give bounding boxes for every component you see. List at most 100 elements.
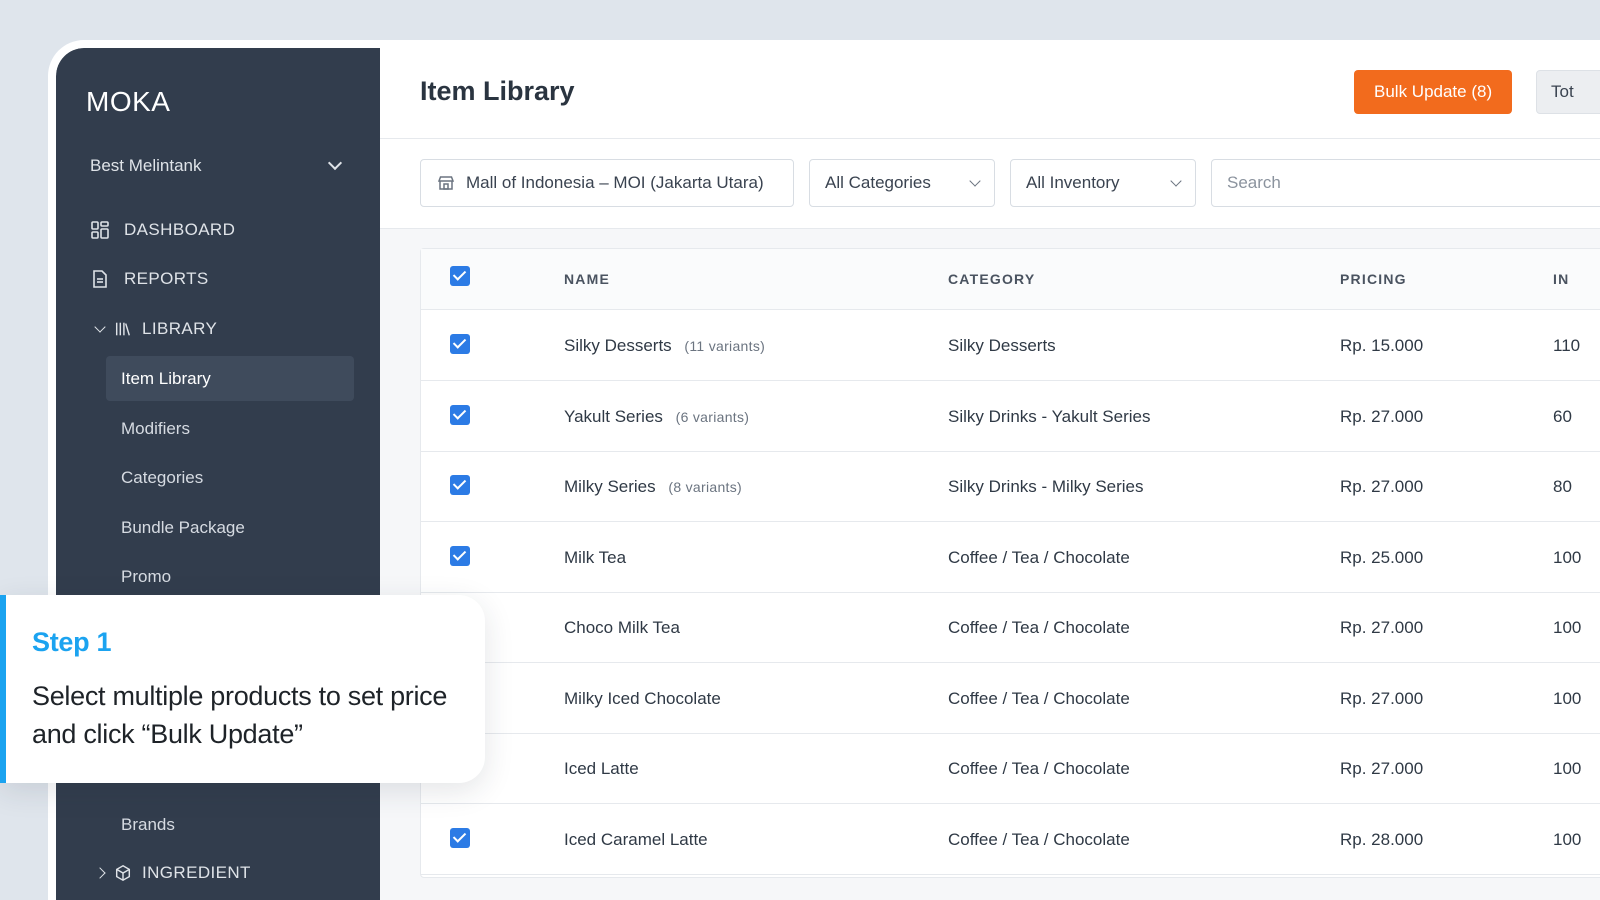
chevron-down-icon [327, 155, 343, 171]
item-category: Coffee / Tea / Chocolate [948, 829, 1130, 849]
item-name-cell[interactable]: Milky Iced Chocolate [564, 689, 721, 709]
outlet-filter[interactable]: Mall of Indonesia – MOI (Jakarta Utara) [420, 159, 794, 207]
item-name: Milky Iced Chocolate [564, 688, 721, 708]
row-checkbox[interactable] [450, 475, 470, 495]
nav-ingredient-label: INGREDIENT [142, 863, 251, 882]
item-name-cell[interactable]: Yakult Series (6 variants) [564, 407, 749, 427]
bulk-update-button[interactable]: Bulk Update (8) [1354, 70, 1513, 114]
store-icon [437, 176, 455, 190]
item-inventory: 100 [1553, 688, 1582, 708]
row-checkbox[interactable] [450, 827, 470, 848]
table-row[interactable]: Silky Desserts (11 variants) Silky Desse… [421, 310, 1600, 381]
item-name: Yakult Series [564, 406, 663, 426]
item-name: Milky Series [564, 477, 656, 496]
nav-dashboard[interactable]: DASHBOARD [90, 220, 235, 240]
item-variants: (8 variants) [668, 479, 742, 495]
table-row[interactable]: Yakult Series (6 variants) Silky Drinks … [421, 381, 1600, 452]
item-category: Coffee / Tea / Chocolate [948, 688, 1130, 708]
item-variants: (6 variants) [675, 408, 750, 425]
item-pricing: Rp. 27.000 [1340, 477, 1424, 496]
sidebar-item-categories[interactable]: Categories [106, 455, 354, 500]
table-row[interactable]: Milky Iced Chocolate Coffee / Tea / Choc… [421, 663, 1600, 734]
item-name: Choco Milk Tea [564, 618, 680, 637]
item-pricing: Rp. 27.000 [1340, 618, 1424, 637]
callout-text: Select multiple products to set price an… [32, 681, 448, 749]
item-inventory: 110 [1553, 336, 1581, 355]
item-pricing: Rp. 27.000 [1340, 406, 1424, 426]
item-pricing: Rp. 27.000 [1340, 759, 1424, 778]
item-name-cell[interactable]: Silky Desserts (11 variants) [564, 336, 765, 356]
column-header-pricing: PRICING [1340, 271, 1407, 287]
item-name: Iced Latte [564, 759, 639, 778]
callout-step-title: Step 1 [32, 627, 112, 657]
sidebar-item-label: Promo [121, 566, 172, 586]
item-name-cell[interactable]: Iced Caramel Latte [564, 830, 708, 850]
item-name: Silky Desserts [564, 336, 672, 355]
item-inventory: 80 [1553, 477, 1572, 496]
sidebar-item-item-library[interactable]: Item Library [106, 356, 354, 401]
item-inventory: 100 [1553, 829, 1582, 849]
table-row[interactable]: Choco Milk Tea Coffee / Tea / Chocolate … [421, 592, 1600, 663]
table-row[interactable]: Milky Series (8 variants) Silky Drinks -… [421, 451, 1600, 522]
sidebar-item-bundle-package[interactable]: Bundle Package [106, 505, 354, 550]
sidebar-item-label: Categories [121, 467, 204, 487]
table-row[interactable]: Iced Latte Coffee / Tea / Chocolate Rp. … [421, 733, 1600, 804]
item-inventory: 100 [1553, 547, 1582, 567]
chevron-down-icon [94, 321, 106, 333]
item-variants: (11 variants) [684, 338, 766, 354]
item-inventory: 100 [1553, 618, 1582, 637]
column-header-inventory: IN [1553, 271, 1570, 287]
row-checkbox[interactable] [450, 404, 470, 425]
outlet-switcher[interactable]: Best Melintank [90, 155, 343, 176]
item-category: Silky Drinks - Milky Series [948, 477, 1144, 496]
table-row[interactable]: Iced Caramel Latte Coffee / Tea / Chocol… [421, 804, 1600, 875]
row-checkbox[interactable] [450, 545, 470, 566]
dashboard-icon [91, 221, 109, 239]
inventory-filter[interactable]: All Inventory [1010, 159, 1196, 207]
nav-dashboard-label: DASHBOARD [124, 220, 236, 239]
item-pricing: Rp. 25.000 [1340, 547, 1424, 567]
nav-library[interactable]: LIBRARY [94, 319, 218, 339]
outlet-filter-value: Mall of Indonesia – MOI (Jakarta Utara) [466, 173, 764, 192]
inventory-filter-value: All Inventory [1026, 173, 1120, 192]
item-category: Silky Drinks - Yakult Series [948, 406, 1151, 426]
item-name-cell[interactable]: Iced Latte [564, 759, 639, 779]
chevron-down-icon [969, 175, 981, 187]
nav-library-label: LIBRARY [142, 319, 218, 338]
main-content: Item Library Bulk Update (8) Tot Mall of… [380, 48, 1600, 900]
items-table: NAME CATEGORY PRICING IN Silky Desserts … [420, 248, 1600, 878]
item-name: Milk Tea [564, 547, 627, 567]
item-name-cell[interactable]: Milk Tea [564, 548, 626, 568]
sidebar-item-label: Brands [121, 814, 175, 834]
item-name-cell[interactable]: Choco Milk Tea [564, 618, 680, 638]
select-all-checkbox[interactable] [450, 266, 470, 286]
chevron-down-icon [1170, 175, 1182, 187]
document-icon [93, 270, 107, 288]
item-category: Coffee / Tea / Chocolate [948, 547, 1130, 567]
nav-reports-label: REPORTS [124, 269, 209, 288]
search-input[interactable]: Search [1211, 159, 1600, 207]
sidebar-item-promo[interactable]: Promo [106, 554, 354, 599]
item-name-cell[interactable]: Milky Series (8 variants) [564, 477, 742, 497]
column-header-category: CATEGORY [948, 271, 1036, 287]
table-header: NAME CATEGORY PRICING IN [421, 249, 1600, 310]
nav-ingredient[interactable]: INGREDIENT [94, 863, 251, 883]
sidebar-item-brands[interactable]: Brands [106, 802, 354, 847]
brand-logo: MOKA [86, 86, 171, 117]
category-filter-value: All Categories [825, 173, 931, 192]
library-icon [115, 322, 130, 336]
item-inventory: 60 [1553, 406, 1572, 426]
category-filter[interactable]: All Categories [809, 159, 995, 207]
table-row[interactable]: Milk Tea Coffee / Tea / Chocolate Rp. 25… [421, 522, 1600, 593]
sidebar-item-label: Modifiers [121, 418, 190, 438]
item-name: Iced Caramel Latte [564, 829, 708, 849]
sidebar-item-modifiers[interactable]: Modifiers [106, 406, 354, 451]
chevron-right-icon [94, 867, 106, 879]
nav-reports[interactable]: REPORTS [90, 269, 209, 289]
item-category: Silky Desserts [948, 336, 1056, 355]
row-checkbox[interactable] [450, 334, 470, 354]
item-category: Coffee / Tea / Chocolate [948, 759, 1130, 778]
tot-button[interactable]: Tot [1536, 70, 1600, 114]
item-pricing: Rp. 15.000 [1340, 336, 1424, 355]
item-pricing: Rp. 28.000 [1340, 829, 1424, 849]
